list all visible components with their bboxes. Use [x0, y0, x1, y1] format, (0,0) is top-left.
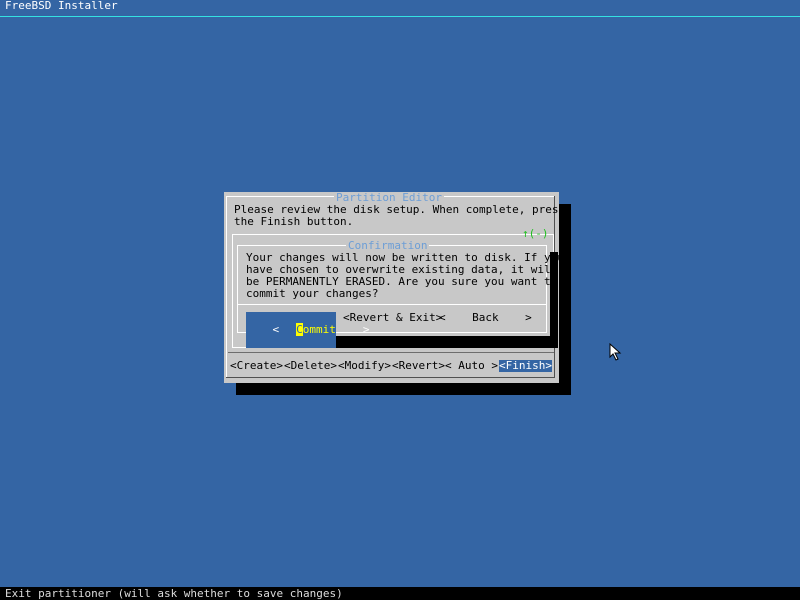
- status-bar: Exit partitioner (will ask whether to sa…: [0, 587, 800, 600]
- header-divider: [0, 16, 800, 17]
- commit-label: ommit: [302, 323, 336, 336]
- create-button[interactable]: <Create>: [230, 360, 283, 372]
- auto-button[interactable]: < Auto >: [445, 360, 498, 372]
- finish-button[interactable]: <Finish>: [499, 360, 552, 372]
- mouse-pointer-icon: [609, 343, 622, 361]
- modify-button[interactable]: <Modify>: [338, 360, 391, 372]
- partition-editor-message-line-2: the Finish button.: [234, 215, 354, 228]
- status-bar-text: Exit partitioner (will ask whether to sa…: [5, 587, 343, 600]
- commit-left-bracket: <: [272, 323, 280, 336]
- revert-exit-button[interactable]: <Revert & Exit>: [343, 312, 442, 324]
- partition-editor-button-separator: [228, 352, 554, 353]
- confirmation-button-separator: [238, 304, 546, 305]
- commit-hotkey: C: [296, 323, 303, 336]
- delete-button[interactable]: <Delete>: [284, 360, 337, 372]
- commit-button[interactable]: < Commit >: [246, 312, 370, 348]
- confirmation-message-line-4: commit your changes?: [246, 287, 379, 300]
- scroll-up-indicator: ↑(-): [522, 227, 549, 240]
- installer-title: FreeBSD Installer: [5, 0, 118, 12]
- revert-button[interactable]: <Revert>: [392, 360, 445, 372]
- confirmation-dialog: Confirmation Your changes will now be wr…: [235, 240, 564, 348]
- commit-right-bracket: >: [362, 323, 370, 336]
- back-button[interactable]: < Back >: [439, 312, 532, 324]
